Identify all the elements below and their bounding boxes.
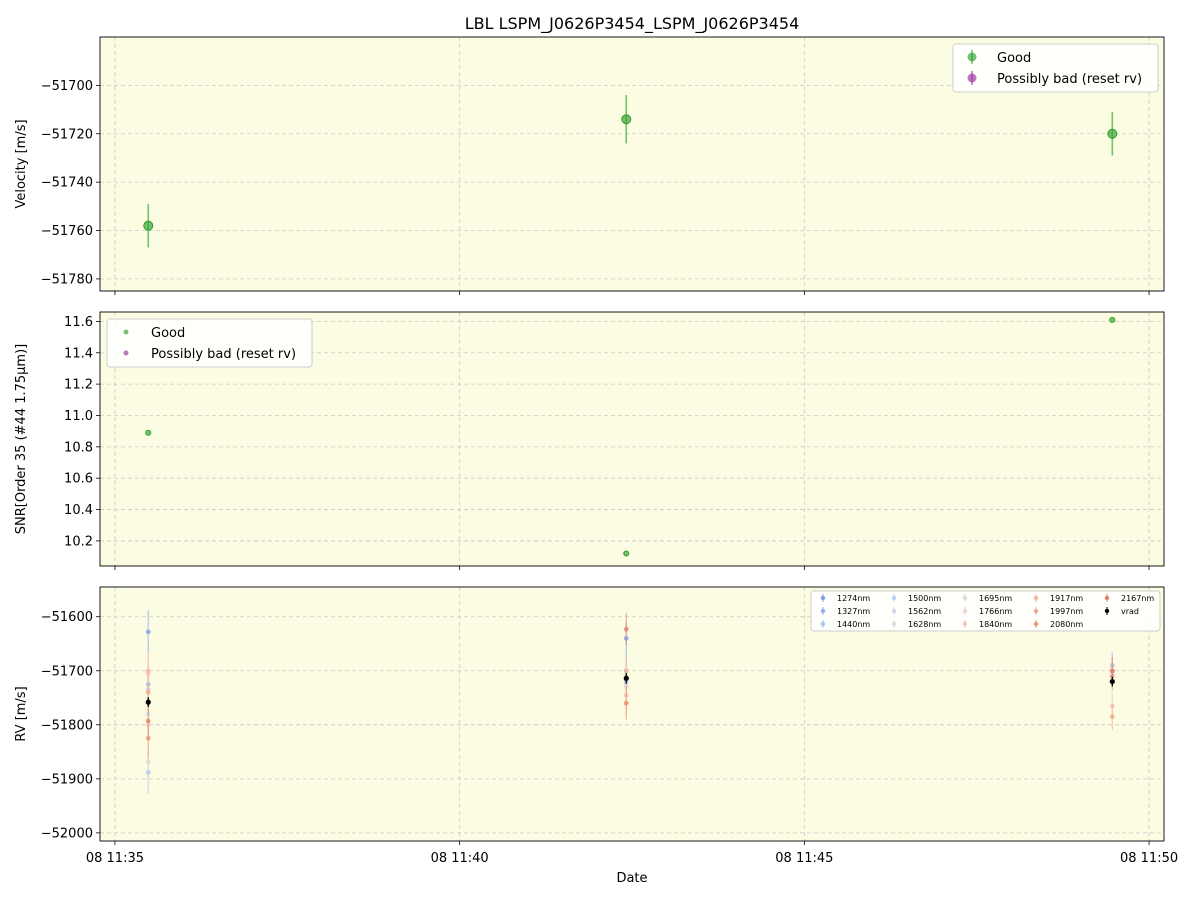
legend-marker <box>962 621 968 627</box>
legend-marker <box>891 608 897 614</box>
legend: Good Possibly bad (reset rv) <box>106 318 313 368</box>
figure: LBL LSPM_J0626P3454_LSPM_J0626P3454 Date… <box>14 14 1178 886</box>
y-tick-label: −51900 <box>41 772 93 787</box>
y-tick-label: −51740 <box>41 176 93 191</box>
data-point <box>1109 668 1115 674</box>
data-point <box>145 699 151 705</box>
y-tick-label: −52000 <box>41 826 93 841</box>
legend: 1274nm 1327nm 1440nm 1500nm 1562nm 1628nm 1695… <box>810 590 1161 632</box>
legend-label: 1840nm <box>979 620 1012 629</box>
legend-marker <box>1104 595 1110 601</box>
data-point <box>623 626 629 632</box>
data-point <box>1107 128 1118 139</box>
panel-snr: 10.2 10.4 10.6 10.8 11.0 11.2 11.4 11.6 SNR[Orde… <box>14 311 1165 570</box>
panel-velocity: −51700 −51720 −51740 −51760 −51780 Velocity [… <box>14 36 1165 295</box>
y-tick-label: −51720 <box>41 127 93 142</box>
data-point <box>143 220 154 231</box>
legend-label: 1997nm <box>1050 607 1083 616</box>
data-point <box>145 759 151 764</box>
y-tick-label: 11.6 <box>64 315 93 330</box>
legend-label: 1440nm <box>837 620 870 629</box>
legend-label: 1628nm <box>908 620 941 629</box>
y-axis-label: SNR[Order 35 (#44 1.75μm)] <box>14 344 29 535</box>
legend-label: 1766nm <box>979 607 1012 616</box>
panel-rv: 08 11:35 08 11:40 08 11:45 08 11:50 −51600 −5… <box>14 586 1178 866</box>
y-tick-label: −51800 <box>41 718 93 733</box>
data-point <box>145 668 151 674</box>
legend-marker <box>123 350 129 356</box>
y-tick-label: 10.2 <box>64 534 93 549</box>
y-axis-label: RV [m/s] <box>14 686 29 741</box>
data-point <box>623 700 629 706</box>
x-axis-label: Date <box>616 871 647 886</box>
y-tick-label: 11.2 <box>64 378 93 393</box>
legend: Good Possibly bad (reset rv) <box>952 43 1159 93</box>
legend-label: Possibly bad (reset rv) <box>997 72 1142 87</box>
y-tick-label: −51700 <box>41 79 93 94</box>
data-point <box>1109 678 1115 685</box>
x-tick-label: 08 11:50 <box>1120 851 1178 866</box>
legend-marker <box>1033 595 1039 601</box>
data-point <box>621 114 632 125</box>
data-point <box>145 429 152 436</box>
legend-label: vrad <box>1121 607 1139 616</box>
y-axis-label: Velocity [m/s] <box>14 119 29 208</box>
legend-label: Good <box>997 51 1031 66</box>
legend-marker <box>967 73 977 83</box>
legend-label: 1500nm <box>908 594 941 603</box>
y-tick-label: −51600 <box>41 610 93 625</box>
data-point <box>623 668 629 674</box>
legend-marker <box>820 621 826 627</box>
legend-label: 1695nm <box>979 594 1012 603</box>
x-tick-label: 08 11:35 <box>86 851 144 866</box>
chart-title: LBL LSPM_J0626P3454_LSPM_J0626P3454 <box>465 14 800 34</box>
legend-label: 2080nm <box>1050 620 1083 629</box>
legend-label: 1917nm <box>1050 594 1083 603</box>
legend-marker <box>1104 608 1110 614</box>
legend-marker <box>891 595 897 601</box>
data-point <box>623 675 629 681</box>
y-tick-label: 11.4 <box>64 346 93 361</box>
data-point <box>1109 714 1115 720</box>
legend-marker <box>891 621 897 627</box>
legend-marker <box>820 608 826 614</box>
legend-marker <box>962 595 968 601</box>
data-point <box>145 689 151 695</box>
legend-label: 1327nm <box>837 607 870 616</box>
y-tick-label: 10.6 <box>64 472 93 487</box>
legend-marker <box>1033 608 1039 614</box>
panels: −51700 −51720 −51740 −51760 −51780 Velocity [… <box>14 36 1178 866</box>
data-point <box>1109 316 1116 323</box>
y-tick-label: −51700 <box>41 664 93 679</box>
legend-label: 1274nm <box>837 594 870 603</box>
legend-marker <box>962 608 968 614</box>
legend-label: Good <box>151 326 185 341</box>
legend-label: 2167nm <box>1121 594 1154 603</box>
legend-marker <box>967 52 977 62</box>
legend-label: Possibly bad (reset rv) <box>151 347 296 362</box>
y-tick-label: 11.0 <box>64 409 93 424</box>
y-tick-label: −51760 <box>41 224 93 239</box>
y-tick-label: 10.4 <box>64 503 93 518</box>
legend-marker <box>820 595 826 601</box>
data-point <box>623 550 630 557</box>
data-point <box>145 629 151 635</box>
y-tick-label: −51780 <box>41 272 93 287</box>
x-tick-label: 08 11:40 <box>431 851 489 866</box>
legend-marker <box>1033 621 1039 627</box>
data-point <box>145 718 151 724</box>
legend-marker <box>123 329 129 335</box>
y-tick-label: 10.8 <box>64 440 93 455</box>
legend-label: 1562nm <box>908 607 941 616</box>
x-tick-label: 08 11:45 <box>775 851 833 866</box>
